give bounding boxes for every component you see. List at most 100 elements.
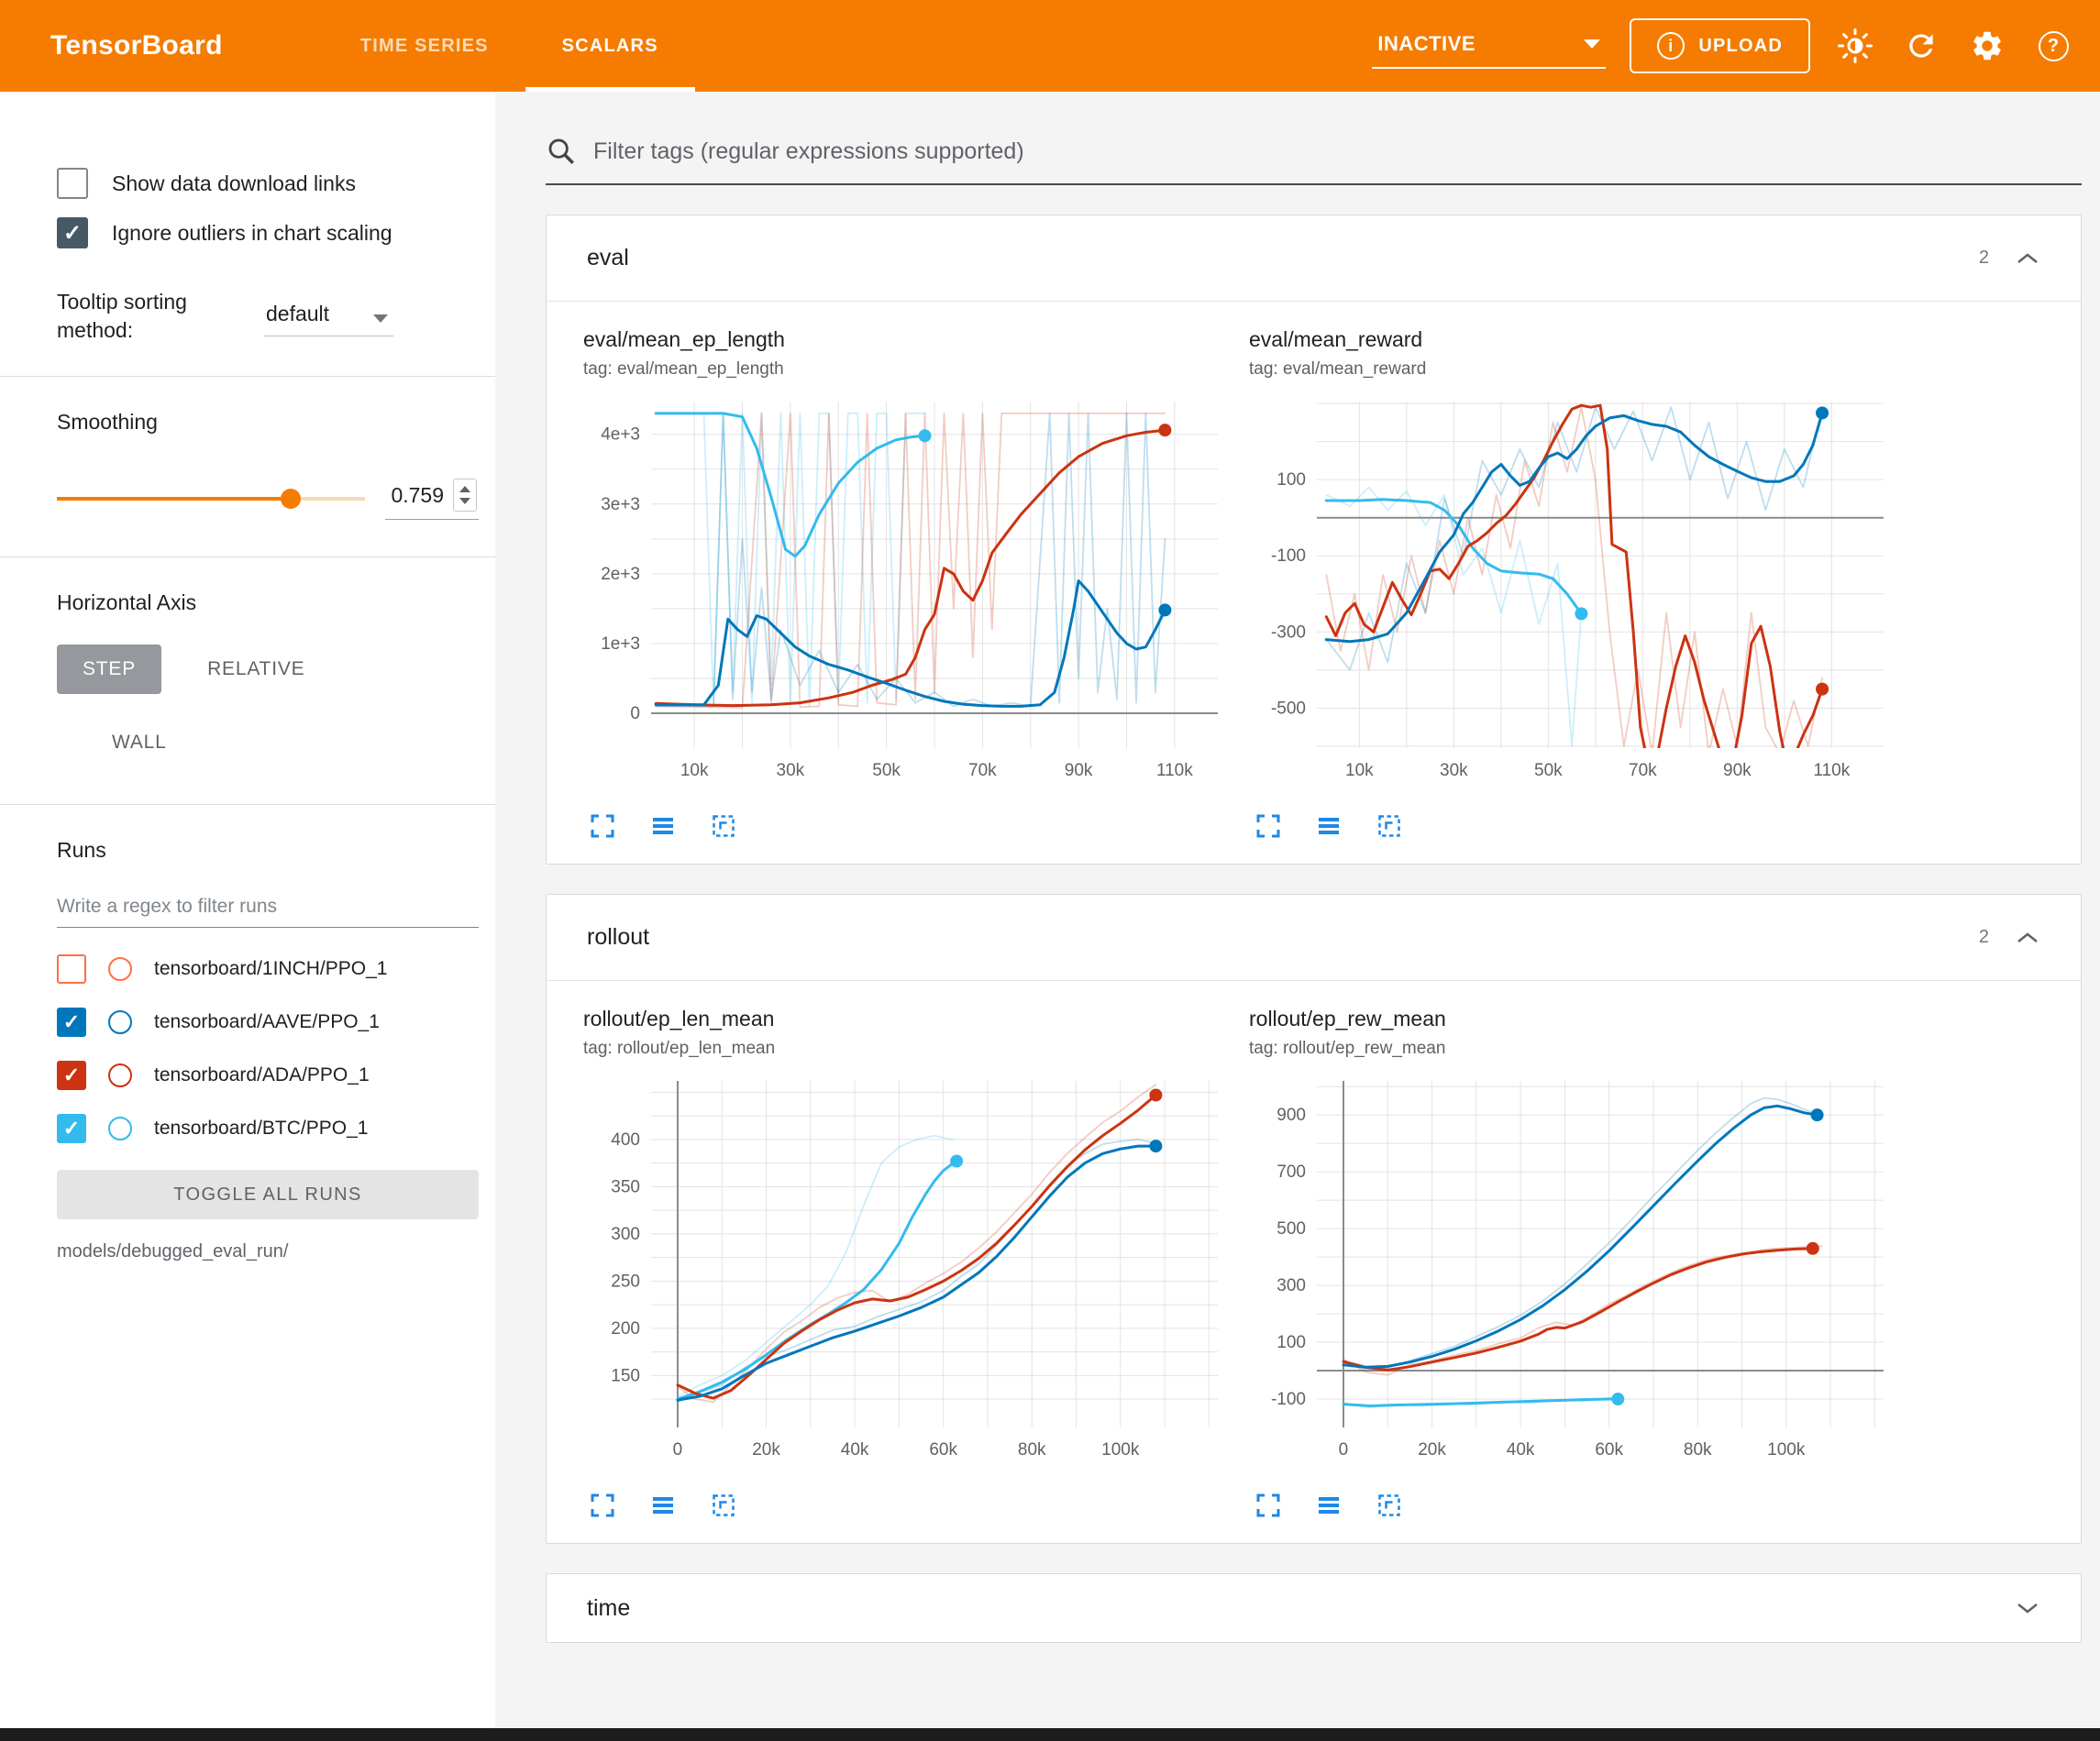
refresh-button[interactable] xyxy=(1900,25,1942,67)
section-rollout-header[interactable]: rollout 2 xyxy=(547,895,2081,981)
svg-text:110k: 110k xyxy=(1813,761,1850,780)
run-row[interactable]: tensorboard/1INCH/PPO_1 xyxy=(57,942,479,996)
run-checkbox-icon[interactable] xyxy=(57,954,86,984)
data-table-icon[interactable] xyxy=(649,1492,677,1519)
section-count: 2 xyxy=(1979,927,1989,948)
run-color-circle-icon[interactable] xyxy=(108,1117,132,1140)
chevron-down-icon xyxy=(373,314,388,323)
svg-text:-300: -300 xyxy=(1271,623,1306,642)
step-down-icon[interactable] xyxy=(459,498,470,504)
chevron-up-icon[interactable] xyxy=(2015,251,2040,266)
run-row[interactable]: tensorboard/AAVE/PPO_1 xyxy=(57,996,479,1049)
chart-title: eval/mean_ep_length xyxy=(583,327,1225,352)
section-time-header[interactable]: time xyxy=(547,1574,2081,1642)
run-color-circle-icon[interactable] xyxy=(108,1063,132,1087)
data-table-icon[interactable] xyxy=(1315,1492,1343,1519)
run-row[interactable]: tensorboard/ADA/PPO_1 xyxy=(57,1049,479,1102)
run-color-circle-icon[interactable] xyxy=(108,957,132,981)
runs-filter-input[interactable] xyxy=(57,887,479,928)
gear-icon xyxy=(1970,28,2005,63)
data-table-icon[interactable] xyxy=(1315,812,1343,840)
run-color-circle-icon[interactable] xyxy=(108,1010,132,1034)
refresh-icon xyxy=(1904,28,1939,63)
show-download-links-checkbox[interactable]: Show data download links xyxy=(57,163,479,204)
filter-tags-input[interactable] xyxy=(593,138,2082,165)
chart-plot[interactable]: 10k30k50k70k90k110k01e+32e+33e+34e+3 xyxy=(583,389,1225,810)
step-up-icon[interactable] xyxy=(459,486,470,492)
header-actions: INACTIVE i UPLOAD xyxy=(1372,18,2074,73)
horizontal-axis-label: Horizontal Axis xyxy=(57,590,479,615)
svg-text:30k: 30k xyxy=(777,761,805,780)
chevron-down-icon xyxy=(1584,39,1600,49)
tab-scalars[interactable]: SCALARS xyxy=(525,0,695,92)
axis-wall-button[interactable]: WALL xyxy=(86,718,193,767)
fit-data-icon[interactable] xyxy=(710,1492,737,1519)
filter-tags-bar xyxy=(546,136,2082,185)
svg-text:100: 100 xyxy=(1277,470,1306,490)
chart-plot[interactable]: 10k30k50k70k90k110k100-100-300-500 xyxy=(1249,389,1891,810)
data-table-icon[interactable] xyxy=(649,812,677,840)
fullscreen-icon[interactable] xyxy=(589,812,616,840)
run-checkbox-icon[interactable] xyxy=(57,1061,86,1090)
fit-data-icon[interactable] xyxy=(1376,1492,1403,1519)
slider-thumb[interactable] xyxy=(281,489,301,509)
chart-title: rollout/ep_len_mean xyxy=(583,1007,1225,1031)
smoothing-value-input[interactable]: 0.759 xyxy=(385,477,479,520)
scalar-chart-card: rollout/ep_rew_mean tag: rollout/ep_rew_… xyxy=(1249,1007,1891,1519)
svg-text:-100: -100 xyxy=(1271,1390,1306,1409)
help-button[interactable]: ? xyxy=(2032,25,2074,67)
chart-toolbar xyxy=(583,812,1225,840)
chevron-down-icon[interactable] xyxy=(2015,1601,2040,1615)
chart-title: eval/mean_reward xyxy=(1249,327,1891,352)
ignore-outliers-checkbox[interactable]: Ignore outliers in chart scaling xyxy=(57,213,479,253)
fit-data-icon[interactable] xyxy=(710,812,737,840)
section-eval-header[interactable]: eval 2 xyxy=(547,215,2081,302)
tab-time-series[interactable]: TIME SERIES xyxy=(324,0,525,92)
scalar-chart-card: eval/mean_ep_length tag: eval/mean_ep_le… xyxy=(583,327,1225,840)
brightness-toggle-button[interactable] xyxy=(1834,25,1876,67)
run-checkbox-icon[interactable] xyxy=(57,1008,86,1037)
fullscreen-icon[interactable] xyxy=(589,1492,616,1519)
axis-step-button[interactable]: STEP xyxy=(57,645,161,694)
search-icon xyxy=(546,136,577,167)
svg-text:90k: 90k xyxy=(1723,761,1752,780)
fit-data-icon[interactable] xyxy=(1376,812,1403,840)
chart-plot[interactable]: 020k40k60k80k100k150200250300350400 xyxy=(583,1068,1225,1490)
svg-text:500: 500 xyxy=(1277,1219,1306,1239)
smoothing-slider[interactable] xyxy=(57,489,365,509)
svg-text:0: 0 xyxy=(1339,1440,1349,1460)
svg-text:80k: 80k xyxy=(1684,1440,1712,1460)
svg-text:60k: 60k xyxy=(1595,1440,1623,1460)
svg-text:80k: 80k xyxy=(1018,1440,1046,1460)
toggle-all-runs-button[interactable]: TOGGLE ALL RUNS xyxy=(57,1170,479,1219)
section-time: time xyxy=(546,1573,2082,1643)
svg-text:110k: 110k xyxy=(1156,761,1193,780)
stepper-icon[interactable] xyxy=(453,479,477,512)
svg-text:150: 150 xyxy=(611,1366,640,1385)
svg-text:20k: 20k xyxy=(1418,1440,1446,1460)
run-checkbox-icon[interactable] xyxy=(57,1114,86,1143)
app-header: TensorBoard TIME SERIES SCALARS INACTIVE… xyxy=(0,0,2100,92)
section-title: time xyxy=(587,1595,630,1622)
tooltip-sorting-label: Tooltip sorting method: xyxy=(57,288,240,345)
svg-text:100: 100 xyxy=(1277,1333,1306,1352)
run-label: tensorboard/1INCH/PPO_1 xyxy=(154,958,387,980)
run-row[interactable]: tensorboard/BTC/PPO_1 xyxy=(57,1102,479,1155)
fullscreen-icon[interactable] xyxy=(1254,812,1282,840)
tooltip-sorting-dropdown[interactable]: default xyxy=(264,296,393,336)
svg-text:100k: 100k xyxy=(1101,1440,1140,1460)
svg-text:100k: 100k xyxy=(1767,1440,1806,1460)
chart-plot[interactable]: 020k40k60k80k100k-100100300500700900 xyxy=(1249,1068,1891,1490)
settings-button[interactable] xyxy=(1966,25,2008,67)
status-dropdown[interactable]: INACTIVE xyxy=(1372,23,1606,69)
svg-text:0: 0 xyxy=(630,704,640,723)
scalar-chart-card: eval/mean_reward tag: eval/mean_reward 1… xyxy=(1249,327,1891,840)
chevron-up-icon[interactable] xyxy=(2015,931,2040,945)
upload-button[interactable]: i UPLOAD xyxy=(1630,18,1810,73)
svg-text:1e+3: 1e+3 xyxy=(601,634,640,654)
axis-relative-button[interactable]: RELATIVE xyxy=(182,645,330,694)
chart-title: rollout/ep_rew_mean xyxy=(1249,1007,1891,1031)
svg-text:-100: -100 xyxy=(1271,546,1306,566)
fullscreen-icon[interactable] xyxy=(1254,1492,1282,1519)
settings-sidebar: Show data download links Ignore outliers… xyxy=(0,92,495,1728)
